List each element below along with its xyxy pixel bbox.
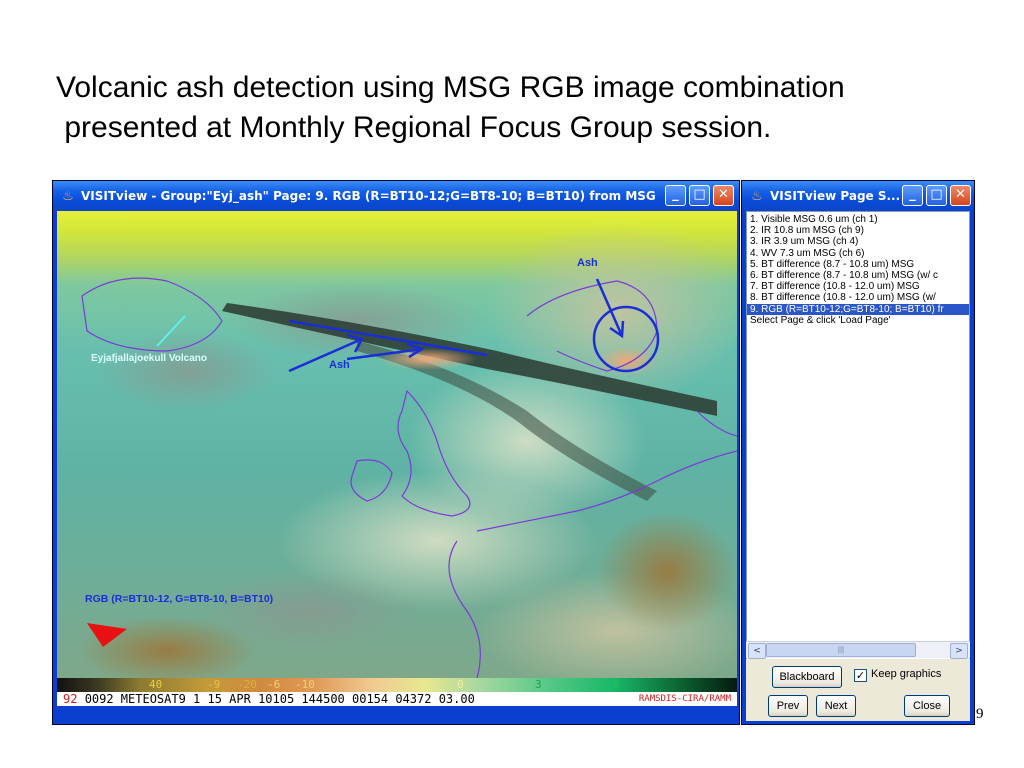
cloud-region: [197, 571, 417, 651]
volcano-label: Eyjafjallajoekull Volcano: [91, 353, 207, 364]
title-line-2: presented at Monthly Regional Focus Grou…: [56, 111, 772, 144]
slide-title: Volcanic ash detection using MSG RGB ima…: [56, 68, 996, 148]
minimize-button[interactable]: _: [665, 185, 686, 206]
minimize-button[interactable]: _: [902, 185, 923, 206]
status-source: RAMSDIS-CIRA/RAMM: [638, 694, 731, 704]
horizontal-scrollbar[interactable]: < ||| >: [746, 641, 970, 659]
visitview-page-selector-window: ♨ VISITview Page S... _ □ ✕ 1. Visible MS…: [741, 180, 975, 725]
scroll-thumb[interactable]: |||: [766, 643, 916, 657]
satellite-image[interactable]: Ash Ash Eyjafjallajoekull Volcano RGB (R…: [57, 211, 737, 678]
page-list-item[interactable]: 2. IR 10.8 um MSG (ch 9): [747, 225, 969, 236]
scroll-right-button[interactable]: >: [950, 643, 968, 659]
page-list-item[interactable]: 8. BT difference (10.8 - 12.0 um) MSG (w…: [747, 292, 969, 303]
next-button[interactable]: Next: [816, 695, 856, 717]
close-button[interactable]: Close: [904, 695, 950, 717]
page-list-item-selected[interactable]: 9. RGB (R=BT10-12;G=BT8-10; B=BT10) fr: [747, 303, 969, 315]
java-icon: ♨: [751, 189, 763, 204]
cloud-region: [97, 331, 277, 411]
blackboard-button[interactable]: Blackboard: [772, 666, 842, 688]
colorbar-tick: 6: [613, 678, 620, 691]
main-window-titlebar[interactable]: ♨ VISITview - Group:"Eyj_ash" Page: 9. RG…: [53, 181, 739, 211]
page-list[interactable]: 1. Visible MSG 0.6 um (ch 1) 2. IR 10.8 …: [746, 211, 970, 667]
colorbar-tick: -10: [295, 678, 315, 691]
slide-page-number: 9: [976, 706, 984, 722]
colorbar-tick: 0: [457, 678, 464, 691]
close-window-button[interactable]: ✕: [713, 185, 734, 206]
image-status-bar: 92 0092 METEOSAT9 1 15 APR 10105 144500 …: [57, 692, 737, 706]
close-window-button[interactable]: ✕: [950, 185, 971, 206]
page-list-item[interactable]: 3. IR 3.9 um MSG (ch 4): [747, 236, 969, 247]
colorbar-tick: 40: [149, 678, 163, 691]
page-list-hint: Select Page & click 'Load Page': [750, 314, 891, 326]
page-window-titlebar[interactable]: ♨ VISITview Page S... _ □ ✕: [742, 181, 974, 211]
ash-label-norway: Ash: [577, 257, 598, 269]
rgb-formula-label: RGB (R=BT10-12, G=BT8-10, B=BT10): [85, 593, 274, 605]
page-list-item[interactable]: 6. BT difference (8.7 - 10.8 um) MSG (w/…: [747, 270, 969, 281]
page-list-item[interactable]: 5. BT difference (8.7 - 10.8 um) MSG: [747, 259, 969, 270]
maximize-button[interactable]: □: [926, 185, 947, 206]
page-list-item[interactable]: 4. WV 7.3 um MSG (ch 6): [747, 248, 969, 259]
main-window-title: VISITview - Group:"Eyj_ash" Page: 9. RGB…: [81, 189, 656, 203]
title-line-1: Volcanic ash detection using MSG RGB ima…: [56, 71, 845, 104]
ash-label-plume: Ash: [329, 359, 350, 371]
maximize-button[interactable]: □: [689, 185, 710, 206]
color-scale-bar: 40 -9 -20 -6 -10 0 3 6: [57, 678, 737, 692]
status-frame-code: 92: [63, 692, 78, 706]
visitview-main-window: ♨ VISITview - Group:"Eyj_ash" Page: 9. RG…: [52, 180, 740, 725]
colorbar-tick: -6: [267, 678, 281, 691]
satellite-image-canvas: [77, 221, 737, 678]
colorbar-tick: -9: [207, 678, 221, 691]
page-list-item[interactable]: 1. Visible MSG 0.6 um (ch 1): [747, 214, 969, 225]
keep-graphics-label: Keep graphics: [871, 668, 942, 680]
java-icon: ♨: [62, 189, 74, 204]
land-region: [597, 511, 737, 631]
colorbar-tick: -20: [237, 678, 257, 691]
colorbar-tick: 3: [535, 678, 542, 691]
keep-graphics-checkbox[interactable]: ✓: [854, 669, 867, 682]
page-list-item[interactable]: 7. BT difference (10.8 - 12.0 um) MSG: [747, 281, 969, 292]
page-controls: Blackboard ✓ Keep graphics Prev Next Clo…: [746, 659, 970, 721]
status-metadata: 0092 METEOSAT9 1 15 APR 10105 144500 001…: [84, 692, 475, 706]
page-window-title: VISITview Page S...: [770, 189, 901, 203]
prev-button[interactable]: Prev: [768, 695, 808, 717]
scroll-left-button[interactable]: <: [748, 643, 766, 659]
